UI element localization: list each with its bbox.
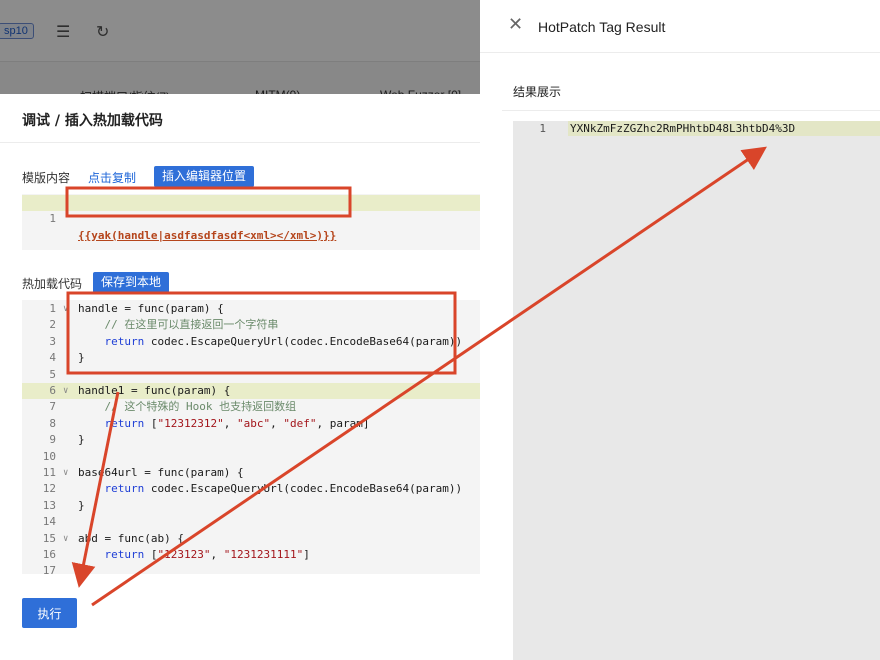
code-text: } [78,351,85,365]
code-text: // 在这里可以直接返回一个字符串 [104,318,279,332]
line-number: 1 [49,212,56,226]
code-line: 14 [22,514,480,530]
drawer-title: HotPatch Tag Result [538,19,666,35]
line-number: 12 [42,482,56,496]
template-code: {{yak(handle|asdfasdfasdf<xml></xml>)}} [78,228,337,242]
code-line: 2 // 在这里可以直接返回一个字符串 [22,317,480,333]
close-icon[interactable]: ✕ [508,14,523,35]
fold-chevron-icon[interactable]: ∨ [63,383,68,399]
hotpatch-result-drawer: ✕ HotPatch Tag Result 结果展示 1 YXNkZmFzZGZ… [480,0,880,660]
hotload-code-editor[interactable]: 1 ∨ handle = func(param) { 2 // 在这里可以直接返回一个… [22,300,480,574]
code-line: 12 return codec.EscapeQueryUrl(codec.Enc… [22,481,480,497]
line-number: 1 [49,302,56,315]
code-line: 10 [22,449,480,465]
code-text: } [78,498,85,512]
template-editor[interactable]: 1 {{yak(handle|asdfasdfasdf<xml></xml>)}… [22,194,480,250]
line-number: 9 [49,433,56,447]
line-number: 7 [49,400,56,414]
line-number: 17 [42,564,56,574]
save-local-button[interactable]: 保存到本地 [93,272,170,293]
code-line: 9} [22,432,480,448]
template-line: 1 {{yak(handle|asdfasdfasdf<xml></xml>)}… [22,195,480,242]
line-number: 13 [42,498,56,512]
code-line: 16 return ["123123", "1231231111"] [22,547,480,563]
result-text: YXNkZmFzZGZhc2RmPHhtbD48L3htbD4%3D [568,121,880,136]
modal-title-divider [0,142,480,143]
line-number: 3 [49,334,56,348]
modal-title: 调试 / 插入热加载代码 [22,113,163,129]
insert-editor-button[interactable]: 插入编辑器位置 [154,166,255,187]
fold-chevron-icon[interactable]: ∨ [63,531,68,547]
fold-chevron-icon[interactable]: ∨ [63,465,68,481]
result-line: 1 YXNkZmFzZGZhc2RmPHhtbD48L3htbD4%3D [513,121,880,136]
line-number: 15 [42,531,56,545]
code-text: return codec.EscapeQueryUrl(codec.Encode… [104,482,463,496]
line-number: 14 [42,515,56,529]
template-label: 模版内容 [22,171,71,185]
fold-chevron-icon[interactable]: ∨ [63,301,68,317]
code-text: handle1 = func(param) { [78,384,231,397]
code-line: 4} [22,350,480,366]
result-divider [502,110,880,111]
code-text: // 这个特殊的 Hook 也支持返回数组 [104,400,297,414]
code-line: 3 return codec.EscapeQueryUrl(codec.Enco… [22,334,480,350]
code-text: return codec.EscapeQueryUrl(codec.Encode… [104,334,463,348]
code-text: handle = func(param) { [78,302,224,315]
line-number: 16 [42,548,56,561]
hotload-code-label: 热加载代码 [22,277,83,291]
line-number: 6 [49,384,56,397]
code-line: 1 ∨ handle = func(param) { [22,301,480,317]
code-text: base64url = func(param) { [78,466,244,479]
code-line: 17 [22,563,480,574]
code-line: 7 // 这个特殊的 Hook 也支持返回数组 [22,399,480,415]
line-number: 4 [49,351,56,365]
line-number: 8 [49,416,56,430]
code-line: 8 return ["12312312", "abc", "def", para… [22,416,480,432]
code-text: return ["123123", "1231231111"] [104,548,310,561]
line-number: 11 [42,466,56,479]
line-number: 10 [42,449,56,463]
line-number: 5 [49,367,56,381]
result-label: 结果展示 [513,85,562,99]
line-number: 2 [49,318,56,332]
code-line: 11 ∨ base64url = func(param) { [22,465,480,481]
code-text: } [78,433,85,447]
result-editor[interactable]: 1 YXNkZmFzZGZhc2RmPHhtbD48L3htbD4%3D [513,121,880,660]
drawer-title-divider [480,52,880,53]
code-line: 15 ∨ abd = func(ab) { [22,531,480,547]
code-line: 6 ∨ handle1 = func(param) { [22,383,480,400]
code-line: 13} [22,498,480,514]
code-text: abd = func(ab) { [78,531,184,545]
code-line: 5 [22,367,480,383]
run-button[interactable]: 执行 [22,598,77,628]
hotpatch-debug-modal: 调试 / 插入热加载代码 模版内容 点击复制 插入编辑器位置 1 {{yak(h… [0,94,480,660]
code-text: return ["12312312", "abc", "def", param] [104,416,370,430]
copy-template-link[interactable]: 点击复制 [88,169,136,186]
line-number: 1 [539,122,546,135]
